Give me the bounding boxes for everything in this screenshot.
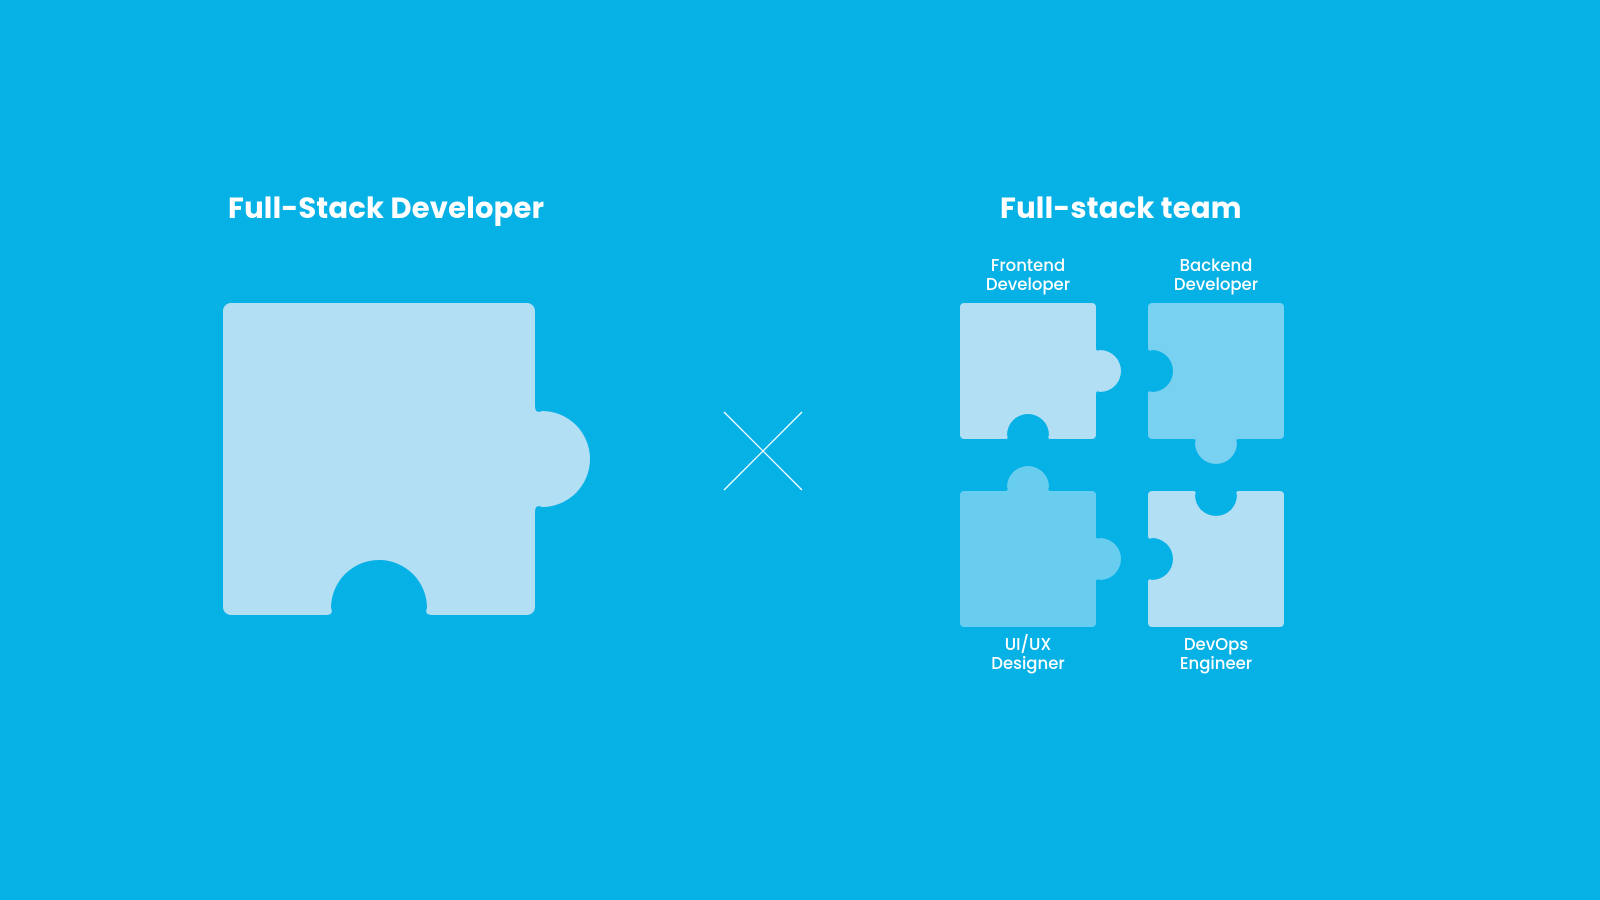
label-devops-engineer: DevOps Engineer bbox=[1146, 636, 1286, 674]
puzzle-piece-backend-icon bbox=[1148, 303, 1288, 483]
puzzle-piece-devops-icon bbox=[1148, 491, 1288, 631]
label-frontend-dev: Frontend Developer bbox=[958, 257, 1098, 295]
versus-x-icon bbox=[718, 406, 808, 496]
heading-fullstack-dev: Full-Stack Developer bbox=[228, 188, 544, 231]
puzzle-piece-frontend-icon bbox=[960, 303, 1140, 443]
puzzle-piece-large-icon bbox=[223, 303, 633, 628]
puzzle-piece-uiux-icon bbox=[960, 451, 1140, 631]
label-backend-dev: Backend Developer bbox=[1146, 257, 1286, 295]
heading-fullstack-team: Full-stack team bbox=[1000, 188, 1242, 231]
label-uiux-designer: UI/UX Designer bbox=[958, 636, 1098, 674]
